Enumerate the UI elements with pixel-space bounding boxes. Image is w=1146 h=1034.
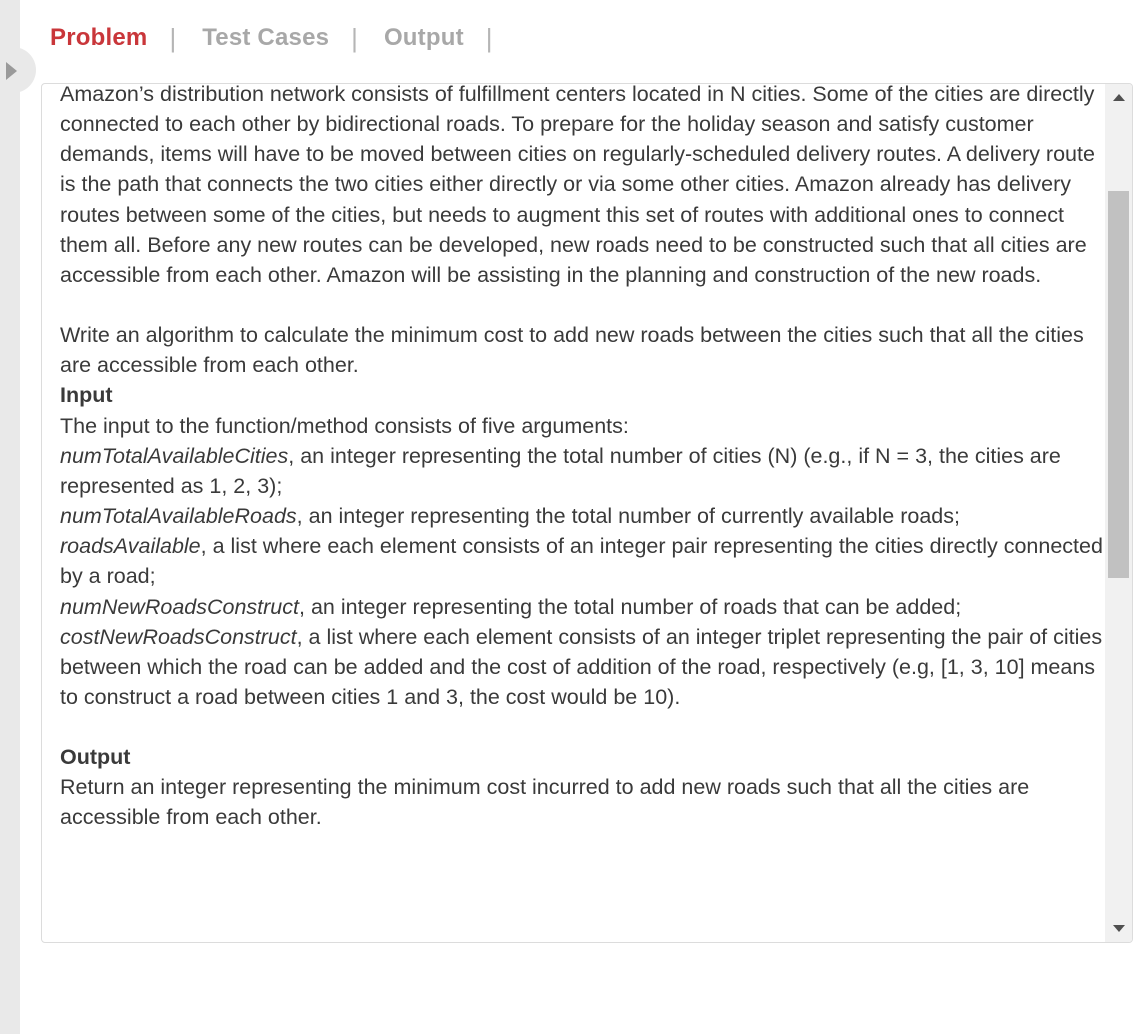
param-item: roadsAvailable, a list where each elemen…: [60, 531, 1105, 591]
input-intro: The input to the function/method consist…: [60, 413, 629, 438]
param-item: costNewRoadsConstruct, a list where each…: [60, 622, 1105, 712]
scroll-down-arrow-icon[interactable]: [1113, 925, 1125, 932]
tab-output[interactable]: Output: [384, 24, 464, 52]
param-item: numNewRoadsConstruct, an integer represe…: [60, 592, 1105, 622]
problem-description: Amazon’s distribution network consists o…: [60, 83, 1095, 287]
output-heading: Output: [60, 745, 131, 770]
problem-panel[interactable]: Amazon’s distribution network consists o…: [41, 83, 1133, 943]
tab-test-cases[interactable]: Test Cases: [202, 24, 329, 52]
problem-task: Write an algorithm to calculate the mini…: [60, 323, 1084, 378]
param-item: numTotalAvailableCities, an integer repr…: [60, 441, 1105, 501]
tab-problem[interactable]: Problem: [50, 24, 147, 52]
sidebar-toggle-button[interactable]: [0, 47, 36, 93]
input-heading: Input: [60, 383, 113, 408]
output-text: Return an integer representing the minim…: [60, 775, 1030, 830]
param-item: numTotalAvailableRoads, an integer repre…: [60, 501, 1105, 531]
scroll-up-arrow-icon[interactable]: [1113, 94, 1125, 101]
param-desc: , an integer representing the total numb…: [296, 504, 960, 529]
left-rail: [0, 0, 20, 1034]
param-name: numTotalAvailableCities: [60, 443, 289, 468]
tab-bar: Problem | Test Cases | Output |: [50, 20, 519, 56]
param-desc: , a list where each element consists of …: [60, 534, 1103, 589]
param-name: roadsAvailable: [60, 534, 201, 559]
scrollbar[interactable]: [1105, 84, 1132, 942]
param-name: numNewRoadsConstruct: [60, 594, 299, 619]
scrollbar-thumb[interactable]: [1108, 191, 1129, 578]
param-name: costNewRoadsConstruct: [60, 624, 297, 649]
param-desc: , an integer representing the total numb…: [299, 594, 962, 619]
caret-right-icon: [6, 62, 17, 80]
tab-separator: |: [485, 22, 493, 53]
tab-separator: |: [169, 22, 177, 53]
problem-content: Amazon’s distribution network consists o…: [60, 83, 1105, 833]
tab-separator: |: [351, 22, 358, 53]
param-name: numTotalAvailableRoads: [60, 504, 297, 529]
